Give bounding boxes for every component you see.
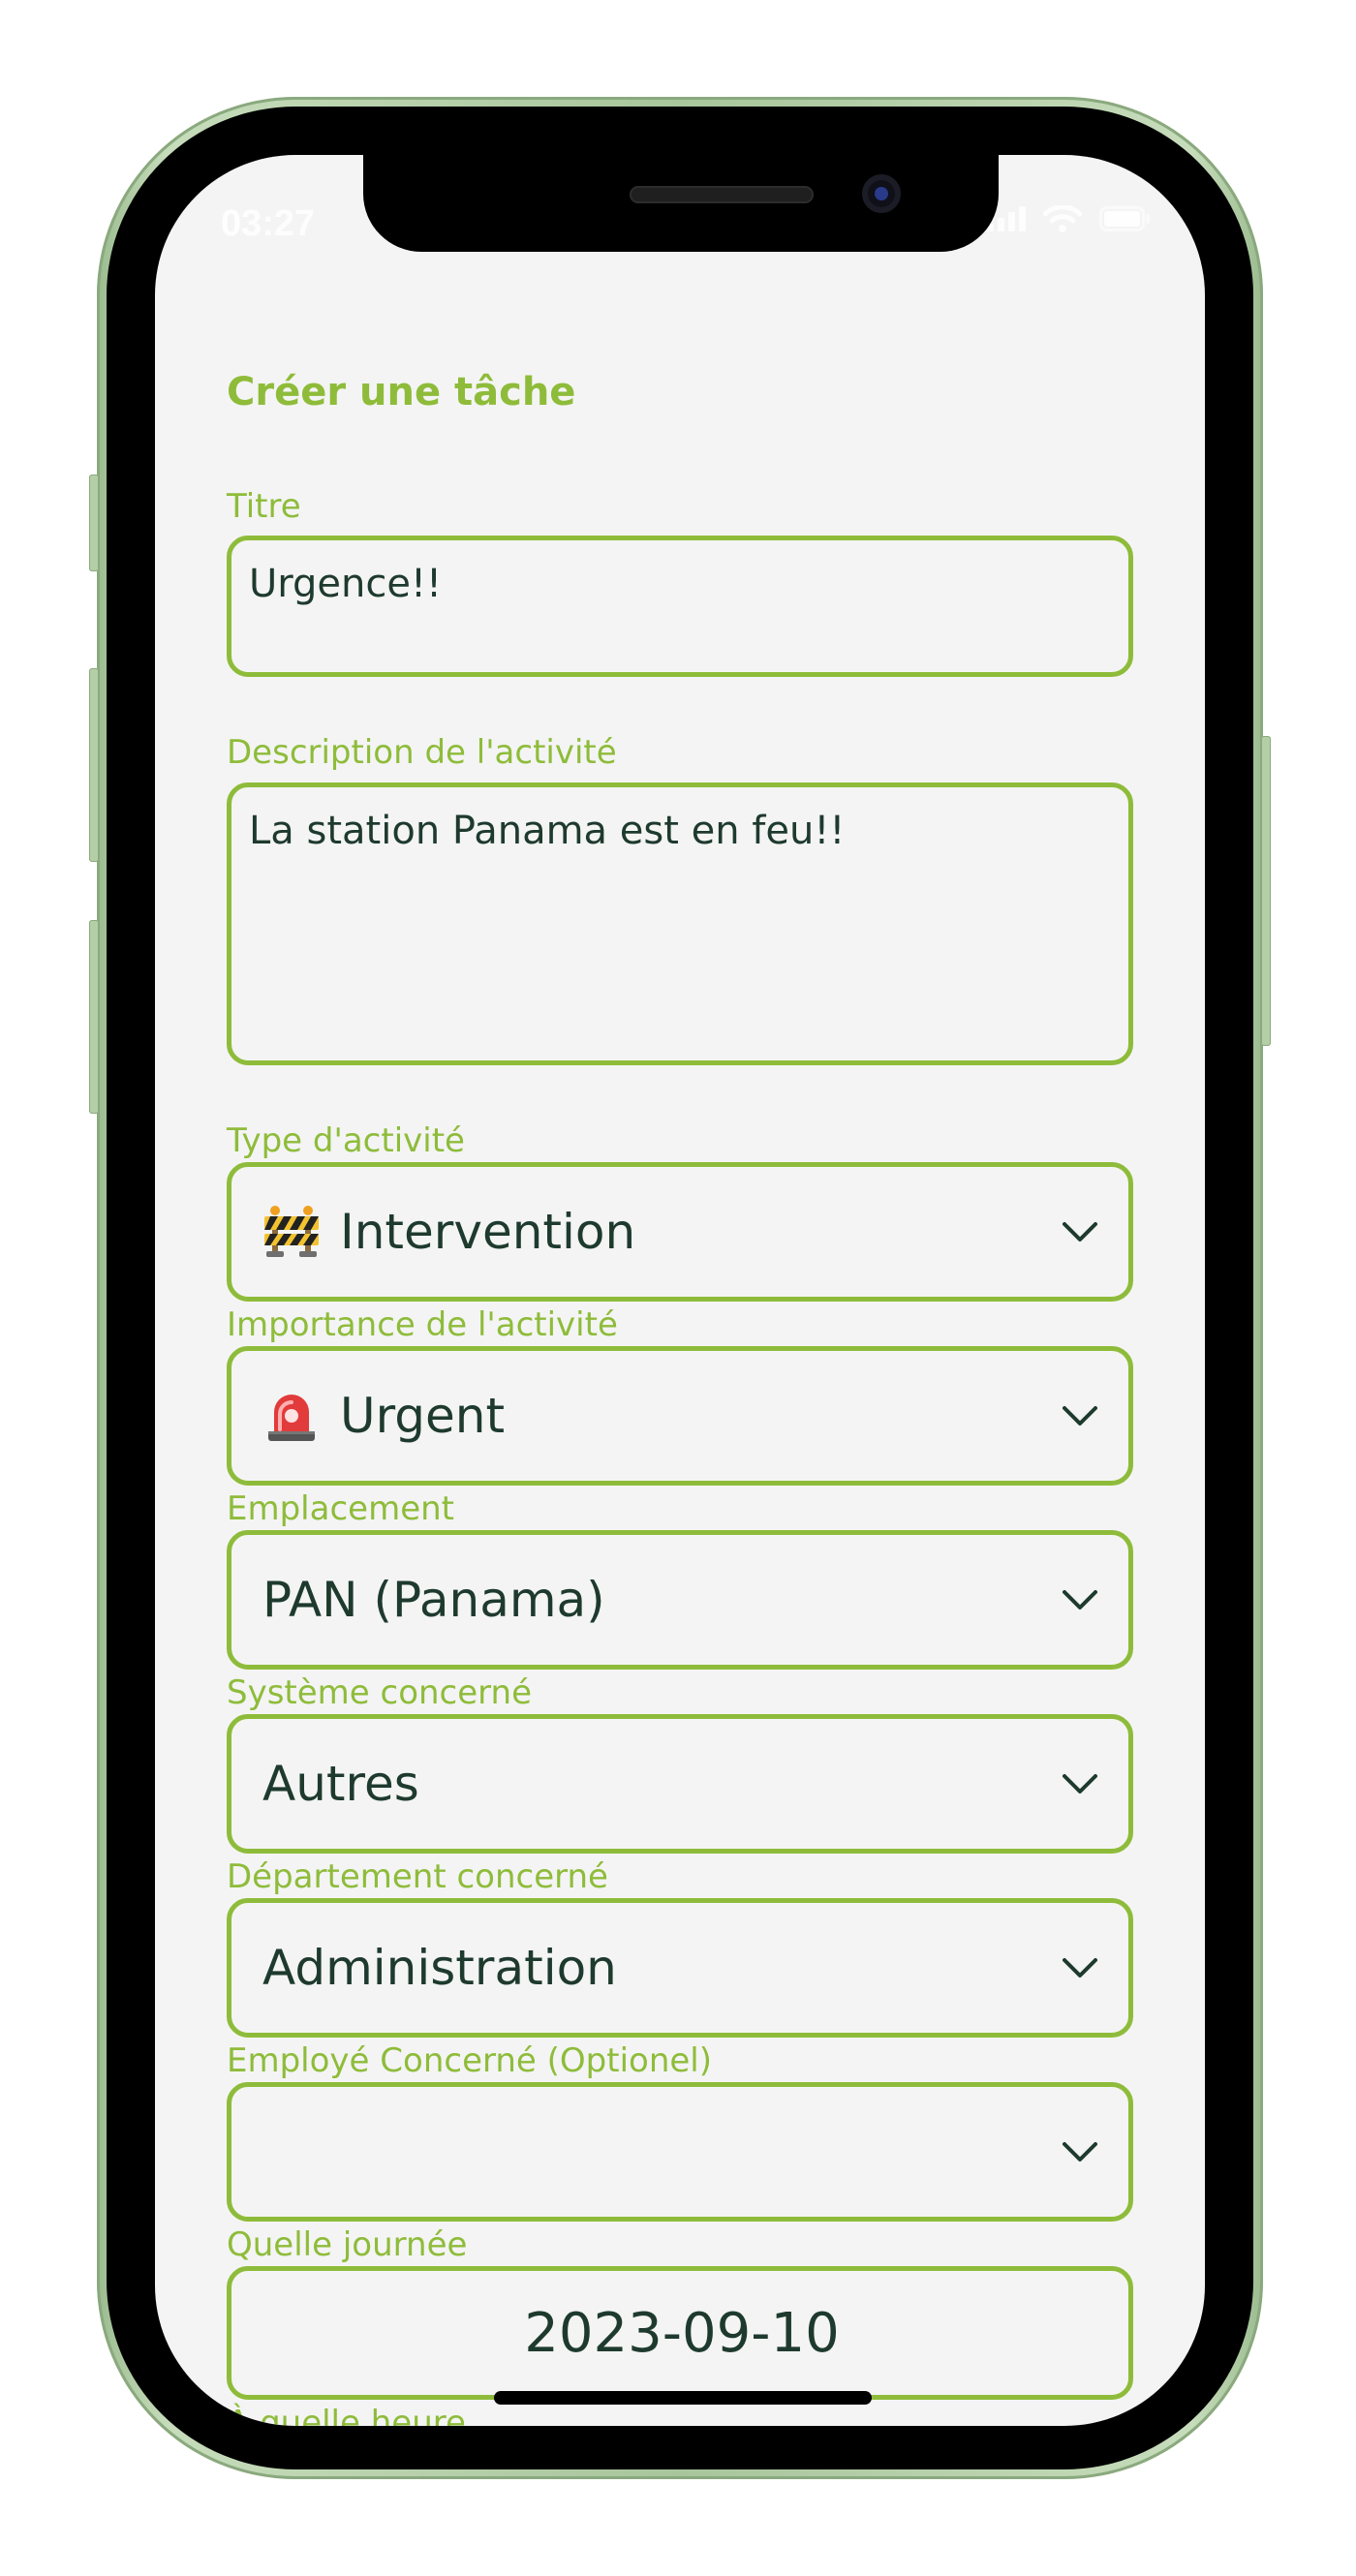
wifi-icon [1043,205,1082,232]
app-screen: 03:27 Créer une tâche Titre Urgence!! De… [155,155,1205,2426]
chevron-down-icon [1059,1947,1101,1989]
location-select[interactable]: PAN (Panama) [227,1530,1133,1670]
description-label: Description de l'activité [227,733,617,772]
power-button [1261,736,1271,1046]
page-title: Créer une tâche [227,370,576,414]
activity-type-label: Type d'activité [227,1121,465,1160]
chevron-down-icon [1059,2131,1101,2173]
day-value: 2023-09-10 [524,2301,840,2365]
construction-barrier-icon [262,1203,321,1261]
chevron-down-icon [1059,1211,1101,1253]
status-icons [987,205,1152,232]
activity-type-value: Intervention [340,1204,636,1260]
activity-type-select[interactable]: Intervention [227,1162,1133,1302]
police-light-icon [262,1387,321,1445]
importance-value: Urgent [340,1388,506,1444]
location-value: PAN (Panama) [262,1572,605,1628]
front-camera [862,174,901,213]
earpiece-speaker [630,186,814,203]
title-input-value: Urgence!! [249,562,443,606]
location-label: Emplacement [227,1489,454,1528]
employee-select[interactable] [227,2082,1133,2222]
mute-switch [89,475,99,571]
time-label: À quelle heure [227,2404,466,2426]
system-value: Autres [262,1756,419,1812]
employee-label: Employé Concerné (Optionel) [227,2041,713,2080]
description-input[interactable]: La station Panama est en feu!! [227,782,1133,1065]
day-label: Quelle journée [227,2225,468,2264]
device-notch [363,155,999,252]
status-time: 03:27 [221,203,316,244]
importance-label: Importance de l'activité [227,1305,618,1344]
system-select[interactable]: Autres [227,1714,1133,1854]
department-select[interactable]: Administration [227,1898,1133,2038]
department-value: Administration [262,1940,617,1996]
home-indicator[interactable] [494,2391,872,2405]
volume-down-button [89,920,99,1114]
title-input[interactable]: Urgence!! [227,536,1133,677]
system-label: Système concerné [227,1673,533,1712]
description-input-value: La station Panama est en feu!! [249,809,846,853]
department-label: Département concerné [227,1857,608,1896]
day-picker[interactable]: 2023-09-10 [227,2266,1133,2400]
volume-up-button [89,668,99,862]
chevron-down-icon [1059,1395,1101,1437]
importance-select[interactable]: Urgent [227,1346,1133,1486]
chevron-down-icon [1059,1579,1101,1621]
title-label: Titre [227,487,301,526]
chevron-down-icon [1059,1763,1101,1805]
battery-icon [1099,206,1152,231]
